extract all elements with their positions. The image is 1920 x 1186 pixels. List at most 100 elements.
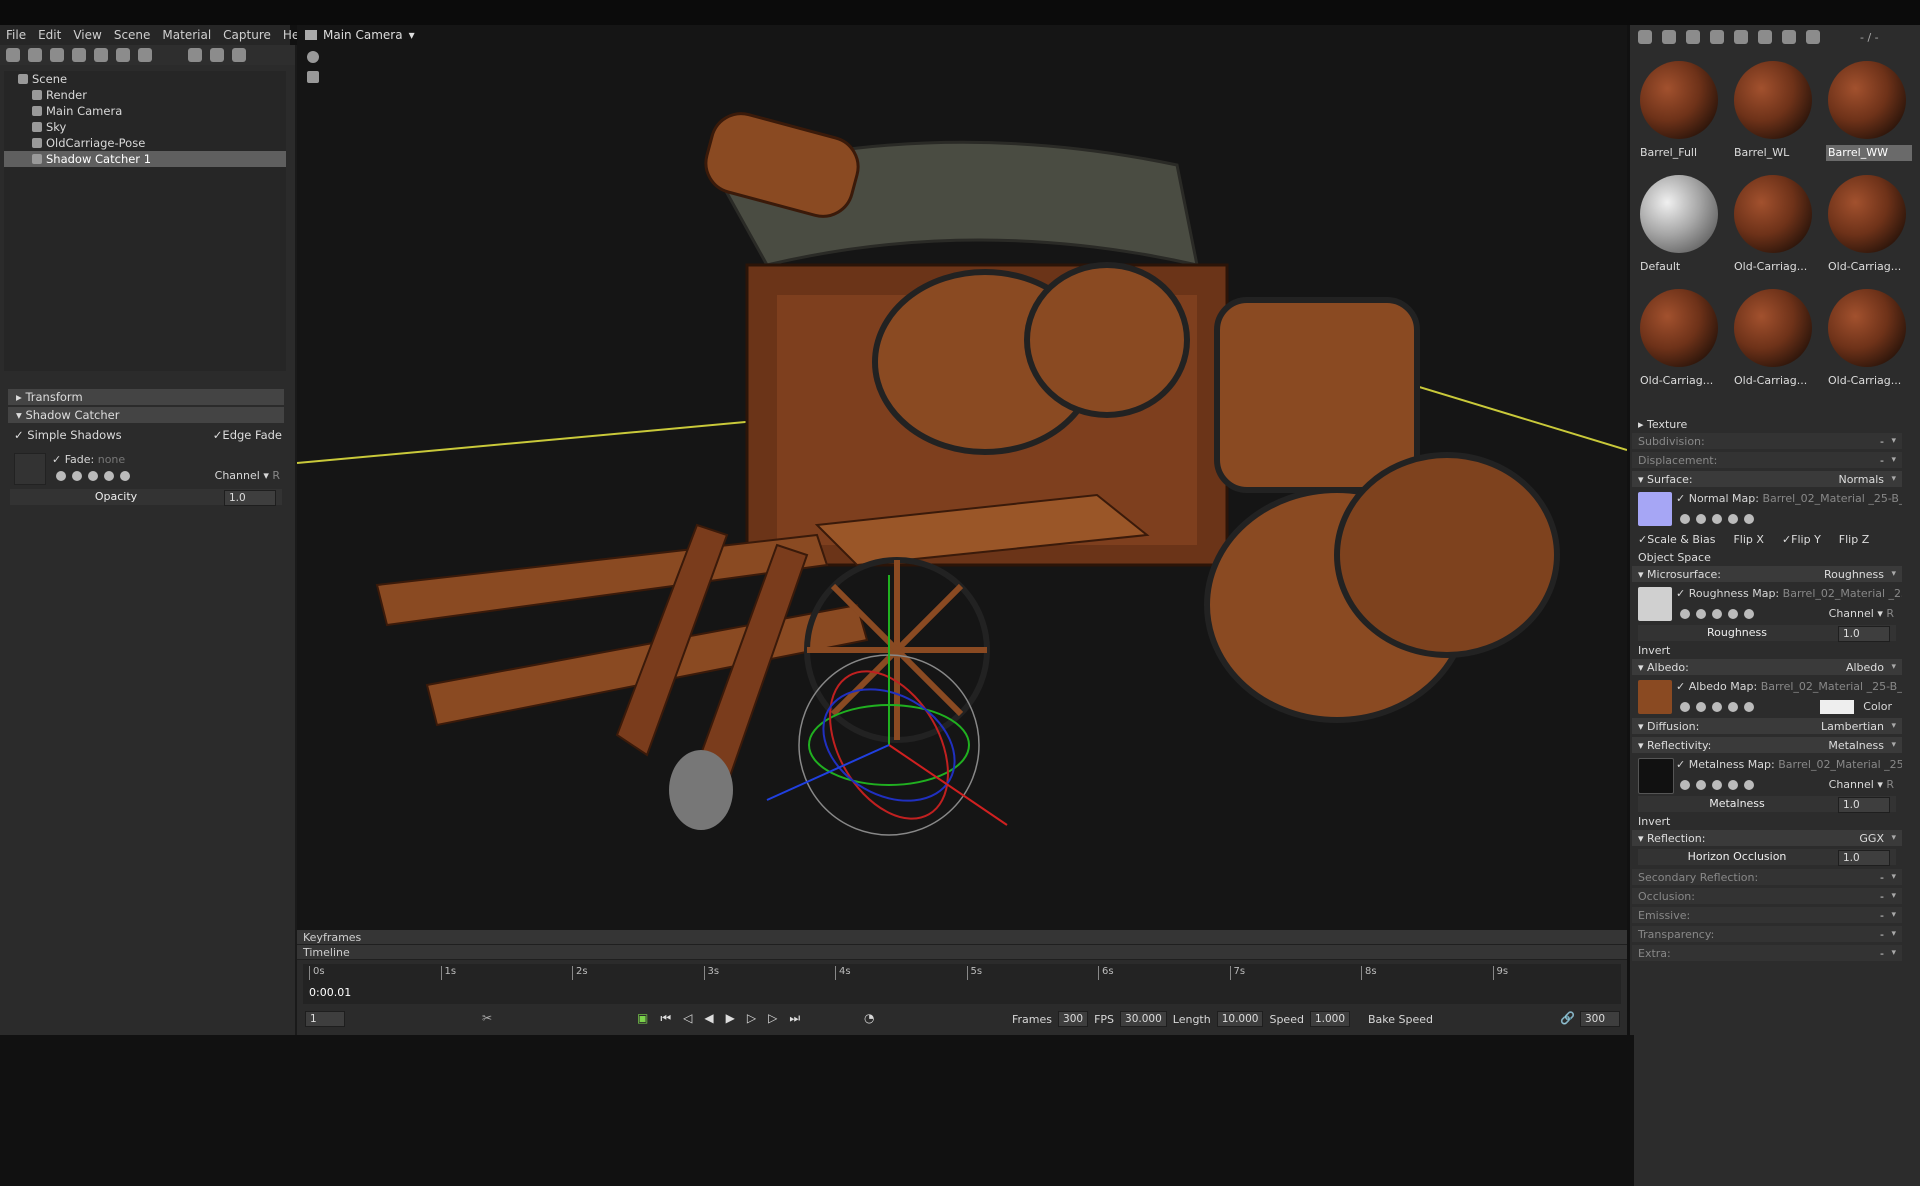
fade-channel-select[interactable]: Channel ▾ R — [215, 469, 280, 482]
viewport[interactable]: Main Camera ▾ — [297, 25, 1627, 933]
gear-icon[interactable] — [56, 471, 66, 481]
bake-speed-checkbox[interactable]: Bake Speed — [1368, 1013, 1433, 1026]
search-icon[interactable] — [1696, 609, 1706, 619]
material-thumbnail[interactable]: Old-Carriag... — [1824, 169, 1912, 277]
roughness-value[interactable]: 1.0 — [1838, 626, 1890, 642]
microsurface-section[interactable]: ▾ Microsurface: Roughness ▾ — [1632, 566, 1902, 582]
transparency-section[interactable]: Transparency: - ▾ — [1632, 926, 1902, 942]
metalness-invert-checkbox[interactable]: Invert — [1632, 812, 1902, 830]
pencil-icon[interactable] — [1712, 702, 1722, 712]
trash-icon[interactable] — [1734, 30, 1748, 44]
menu-capture[interactable]: Capture — [217, 28, 277, 42]
extra-section[interactable]: Extra: - ▾ — [1632, 945, 1902, 961]
step-back-icon[interactable]: ◁ — [683, 1011, 692, 1026]
close-icon[interactable] — [1744, 780, 1754, 790]
pencil-icon[interactable] — [1712, 609, 1722, 619]
material-thumbnail[interactable]: Barrel_Full — [1636, 55, 1724, 163]
search-icon[interactable] — [1696, 514, 1706, 524]
compass-icon[interactable] — [1806, 30, 1820, 44]
gear-icon[interactable] — [1680, 514, 1690, 524]
flip-z-checkbox[interactable]: Flip Z — [1839, 533, 1869, 546]
material-thumbnail[interactable]: Barrel_WL — [1730, 55, 1818, 163]
texture-header[interactable]: ▸ Texture — [1632, 415, 1902, 433]
play-icon[interactable]: ▶ — [726, 1011, 735, 1026]
gear-icon[interactable] — [1680, 609, 1690, 619]
scene-tree-item[interactable]: Render — [4, 87, 1920, 1122]
simple-shadows-checkbox[interactable]: ✓ Simple Shadows — [14, 428, 122, 442]
refresh-icon[interactable] — [1728, 514, 1738, 524]
duplicate-icon[interactable] — [210, 48, 224, 62]
folder-icon[interactable] — [188, 48, 202, 62]
scene-tree-item[interactable]: Scene — [4, 71, 1920, 1106]
timeline-track[interactable]: 0:00.01 0s 1s 2s 3s 4s 5s 6s 7s 8s 9s — [303, 964, 1621, 1004]
close-icon[interactable] — [1744, 609, 1754, 619]
roughness-invert-checkbox[interactable]: Invert — [1632, 641, 1902, 659]
play-back-icon[interactable]: ◀ — [704, 1011, 713, 1026]
flip-x-checkbox[interactable]: Flip X — [1733, 533, 1763, 546]
trash-icon[interactable] — [232, 48, 246, 62]
shadow-catcher-header[interactable]: ▾ Shadow Catcher — [8, 407, 284, 423]
pencil-icon[interactable] — [1712, 514, 1722, 524]
skip-end-icon[interactable]: ⏭ — [789, 1011, 800, 1026]
fade-texture-slot[interactable] — [14, 453, 46, 485]
scene-tree-item[interactable]: Sky — [4, 119, 1920, 1154]
scene-tree-item[interactable]: OldCarriage-Pose — [4, 135, 1920, 1170]
timeline-bar[interactable]: Timeline — [297, 945, 1627, 960]
material-thumbnail[interactable]: Default — [1636, 169, 1724, 277]
tree-icon[interactable] — [1758, 30, 1772, 44]
close-icon[interactable] — [1744, 514, 1754, 524]
add-mesh-icon[interactable] — [6, 48, 20, 62]
roughness-channel-select[interactable]: Channel ▾ R — [1829, 607, 1894, 620]
scene-tree-item[interactable]: Main Camera — [4, 103, 1920, 1138]
skip-start-icon[interactable]: ⏮ — [660, 1011, 671, 1026]
menu-view[interactable]: View — [67, 28, 107, 42]
scissors-icon[interactable]: ✂ — [482, 1011, 492, 1025]
frame-field[interactable]: 1 — [305, 1011, 345, 1027]
metalness-map-swatch[interactable] — [1638, 758, 1674, 794]
picker-icon[interactable] — [1782, 30, 1796, 44]
speed-icon[interactable]: ◔ — [864, 1011, 874, 1025]
link-icon[interactable]: 🔗 — [1560, 1011, 1575, 1025]
roughness-slider[interactable]: Roughness 1.0 — [1638, 625, 1896, 642]
search-icon[interactable] — [72, 471, 82, 481]
metalness-slider[interactable]: Metalness 1.0 — [1638, 796, 1896, 813]
flip-y-checkbox[interactable]: ✓Flip Y — [1782, 533, 1821, 546]
close-icon[interactable] — [1744, 702, 1754, 712]
gear-icon[interactable] — [1680, 780, 1690, 790]
refresh-icon[interactable] — [1728, 780, 1738, 790]
end-frame-field[interactable]: 300 — [1580, 1011, 1620, 1027]
horizon-occlusion-slider[interactable]: Horizon Occlusion 1.0 — [1638, 849, 1896, 866]
keyframes-bar[interactable]: Keyframes — [297, 930, 1627, 945]
occlusion-section[interactable]: Occlusion: - ▾ — [1632, 888, 1902, 904]
step-forward-icon[interactable]: ▷ — [747, 1011, 756, 1026]
length-field[interactable]: 10.000 — [1216, 1011, 1264, 1027]
add-sky-icon[interactable] — [138, 48, 152, 62]
fps-field[interactable]: 30.000 — [1120, 1011, 1167, 1027]
add-light-icon[interactable] — [28, 48, 42, 62]
scene-tree-item[interactable]: Shadow Catcher 1 — [4, 151, 1920, 1186]
albedo-color-swatch[interactable] — [1820, 700, 1854, 714]
menu-edit[interactable]: Edit — [32, 28, 67, 42]
search-icon[interactable] — [1696, 780, 1706, 790]
add-camera-icon[interactable] — [50, 48, 64, 62]
material-thumbnail[interactable]: Old-Carriag... — [1824, 283, 1912, 391]
albedo-section[interactable]: ▾ Albedo: Albedo ▾ — [1632, 659, 1902, 675]
menu-material[interactable]: Material — [156, 28, 217, 42]
fade-checkbox[interactable]: ✓ — [52, 453, 61, 466]
secondary-reflection-section[interactable]: Secondary Reflection: - ▾ — [1632, 869, 1902, 885]
material-thumbnail[interactable]: Barrel_WW — [1824, 55, 1912, 163]
material-thumbnail[interactable]: Old-Carriag... — [1730, 283, 1818, 391]
loop-icon[interactable]: ▣ — [637, 1011, 648, 1026]
surface-section[interactable]: ▾ Surface: Normals ▾ — [1632, 471, 1902, 487]
material-thumbnail[interactable]: Old-Carriag... — [1730, 169, 1818, 277]
subdivision-section[interactable]: Subdivision: - ▾ — [1632, 433, 1902, 449]
albedo-map-swatch[interactable] — [1638, 680, 1672, 714]
opacity-value[interactable]: 1.0 — [224, 490, 276, 506]
edge-fade-checkbox[interactable]: ✓Edge Fade — [213, 428, 282, 442]
copy-material-icon[interactable] — [1662, 30, 1676, 44]
horizon-occlusion-value[interactable]: 1.0 — [1838, 850, 1890, 866]
displacement-section[interactable]: Displacement: - ▾ — [1632, 452, 1902, 468]
merge-material-icon[interactable] — [1686, 30, 1700, 44]
object-space-checkbox[interactable]: Object Space — [1632, 548, 1902, 566]
menu-file[interactable]: File — [0, 28, 32, 42]
